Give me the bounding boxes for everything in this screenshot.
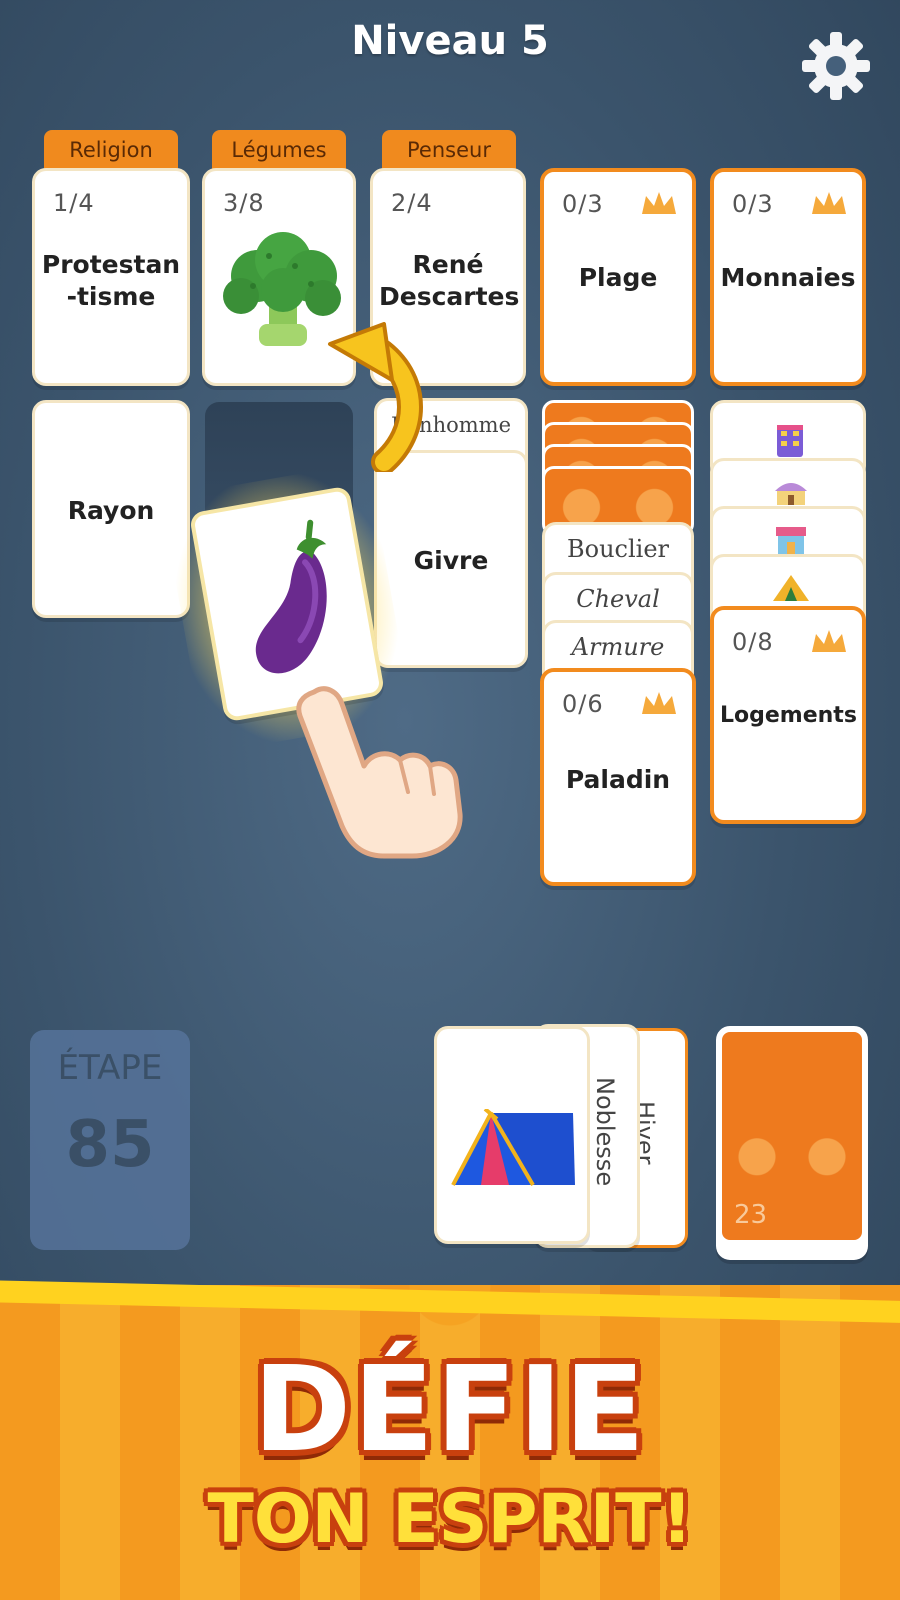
stack-card-label: Armure: [571, 633, 665, 661]
card-word: Paladin: [565, 765, 671, 794]
hint-arrow-icon: [328, 322, 423, 472]
stage-label: ÉTAPE: [57, 1048, 163, 1088]
shop-icon: [776, 527, 806, 554]
card-count: 0/3: [562, 190, 604, 218]
card-word-line2: -tisme: [66, 282, 156, 311]
card-word-line2: Descartes: [379, 282, 520, 311]
empty-foundation-monnaies[interactable]: 0/3 Monnaies: [710, 168, 866, 386]
tableau-card-rayon[interactable]: Rayon: [32, 400, 190, 618]
card-count: 0/6: [562, 690, 604, 718]
stack-card-label: Cheval: [576, 585, 660, 613]
level-title: Niveau 5: [351, 18, 549, 64]
card-count: 3/8: [223, 189, 265, 217]
building-icon: [777, 425, 803, 457]
card-count: 2/4: [391, 189, 433, 217]
eggplant-image: [255, 519, 327, 674]
stage-value: 85: [65, 1108, 155, 1182]
category-tab-legumes: Légumes: [212, 130, 346, 170]
tent-icon: [773, 575, 809, 601]
card-count: 0/8: [732, 628, 774, 656]
card-word: Plage: [578, 263, 658, 292]
tent-image: [451, 1109, 575, 1187]
card-word: Rayon: [67, 496, 155, 525]
pointing-hand-icon: [296, 686, 463, 859]
draw-deck[interactable]: 23: [716, 1026, 868, 1246]
card-word-line1: Protestan: [41, 250, 181, 279]
category-tab-penseur: Penseur: [382, 130, 516, 170]
card-word: Givre: [413, 546, 489, 575]
empty-foundation-plage[interactable]: 0/3 Plage: [540, 168, 696, 386]
card-word-line1: René: [412, 250, 484, 279]
category-card-paladin[interactable]: 0/6 Paladin: [540, 668, 696, 886]
foundation-card-religion[interactable]: 1/4 Protestan -tisme: [32, 168, 190, 386]
gear-icon[interactable]: [798, 28, 874, 104]
crown-icon: [812, 630, 846, 652]
banner-subtitle: TON ESPRIT!: [207, 1480, 693, 1559]
deck-count: 23: [734, 1200, 768, 1230]
yurt-icon: [775, 483, 807, 505]
category-tab-religion: Religion: [44, 130, 178, 170]
waste-card-tent[interactable]: [434, 1026, 590, 1244]
banner-title: DÉFIE: [253, 1340, 647, 1478]
vertical-card-label: Noblesse: [591, 1077, 619, 1187]
crown-icon: [642, 192, 676, 214]
card-word: Monnaies: [720, 263, 856, 292]
card-count: 0/3: [732, 190, 774, 218]
stage-panel: ÉTAPE 85: [30, 1030, 190, 1250]
card-word: Logements: [720, 703, 857, 728]
crown-icon: [812, 192, 846, 214]
stack-card-label: Bouclier: [566, 535, 669, 563]
crown-icon: [642, 692, 676, 714]
category-card-logements[interactable]: 0/8 Logements: [710, 606, 866, 824]
card-count: 1/4: [53, 189, 95, 217]
